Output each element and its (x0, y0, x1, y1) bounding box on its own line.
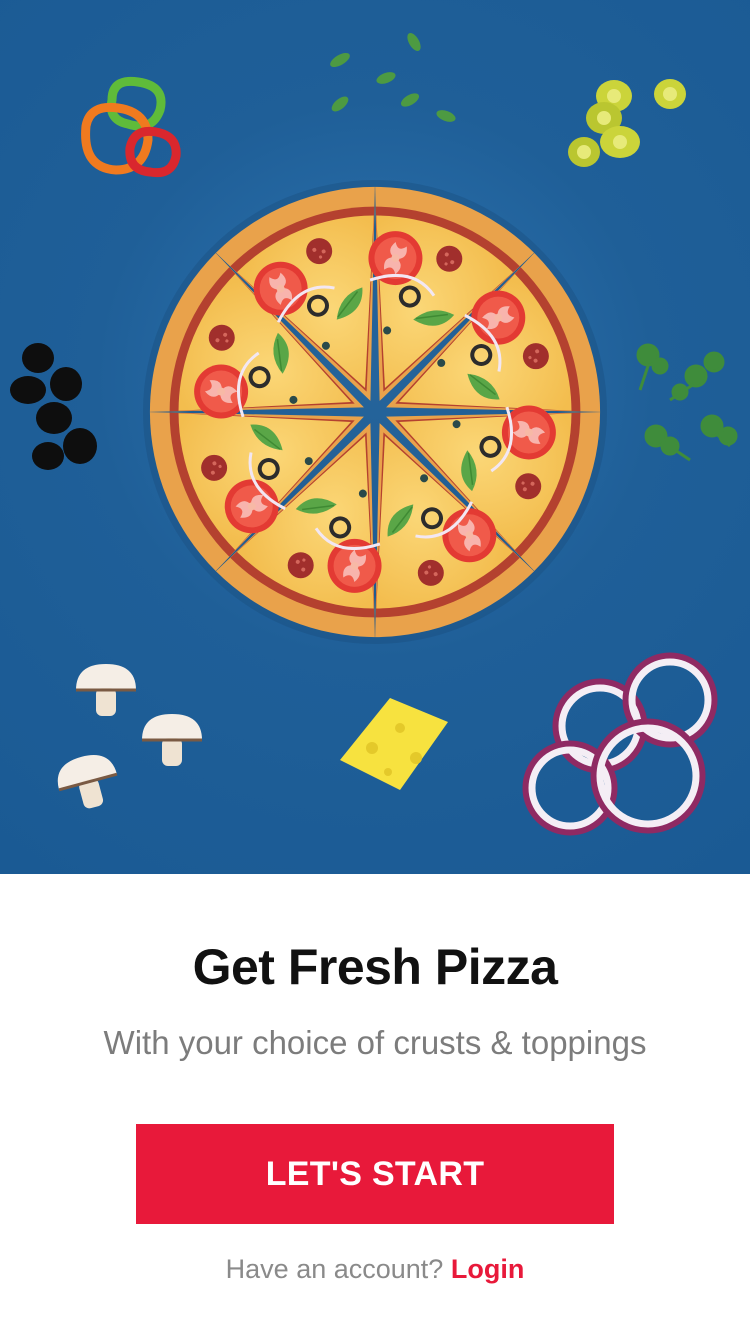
jalapeno-slices-icon (568, 79, 686, 167)
pizza-illustration (10, 32, 738, 836)
cheese-icon (340, 698, 448, 790)
parsley-icon (636, 343, 738, 462)
hero-illustration (0, 0, 750, 874)
pizza-icon (143, 180, 607, 644)
login-prompt-text: Have an account? (225, 1254, 444, 1284)
black-olives-icon (10, 343, 97, 470)
onion-rings-icon (522, 652, 718, 836)
basil-leaves-icon (330, 32, 456, 122)
login-prompt-row: Have an account? Login (0, 1254, 750, 1285)
login-link[interactable]: Login (451, 1254, 524, 1284)
page-subtitle: With your choice of crusts & toppings (103, 1024, 647, 1061)
page-title: Get Fresh Pizza (192, 939, 558, 995)
pepper-rings-icon (81, 76, 181, 178)
lets-start-button[interactable]: LET'S START (136, 1124, 614, 1224)
mushrooms-icon (57, 664, 202, 809)
